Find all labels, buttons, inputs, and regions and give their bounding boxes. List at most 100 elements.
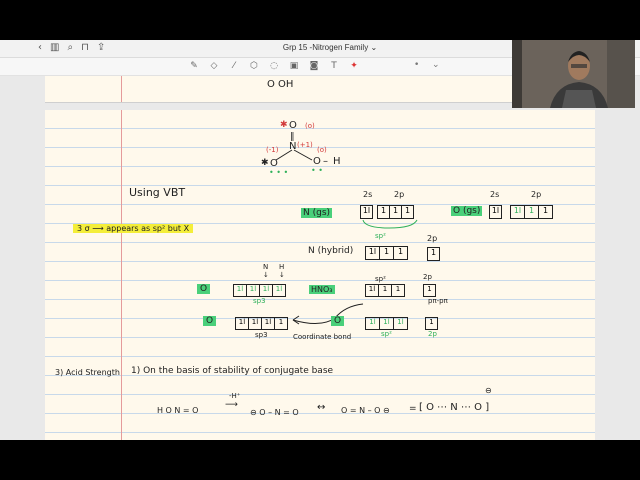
- o-left-sp3-label: sp3: [253, 297, 266, 305]
- webcam-overlay: [512, 40, 635, 108]
- conjugate-base-2: O = N – O ⊖: [341, 406, 390, 415]
- arrow-h-label: H: [279, 263, 285, 271]
- share-icon[interactable]: ⇪: [97, 42, 105, 54]
- orbital-box: 1: [423, 284, 436, 297]
- presenter-video: [512, 40, 635, 108]
- orbital-box: 1l: [247, 284, 260, 297]
- o-left-label: O: [197, 284, 211, 294]
- page-margin-line: [121, 76, 122, 102]
- ppi-ppi-label: pπ-pπ: [428, 297, 448, 305]
- resonance-arrow-icon: ↔: [317, 402, 326, 413]
- hybrid-charge: ⊖: [485, 386, 492, 395]
- conjugate-base-1: ⊖ O – N = O: [250, 408, 299, 417]
- page-margin-line: [121, 110, 122, 440]
- reaction-reactant: H O N = O: [157, 406, 199, 415]
- acid-strength-basis: 1) On the basis of stability of conjugat…: [131, 366, 334, 376]
- arrow-down-icon: ↓: [263, 271, 269, 279]
- orbital-box: 1l: [273, 284, 286, 297]
- structure-o-top-mark: (o): [305, 122, 315, 130]
- n-hybrid-2p-label: 2p: [427, 234, 438, 243]
- orbital-box: 1: [392, 284, 405, 297]
- o-bottom-left-orbitals: 1l 1l 1l 1: [235, 317, 288, 330]
- laser-icon[interactable]: ✦: [347, 60, 361, 72]
- orbital-box: 1: [539, 205, 553, 219]
- chevron-left-icon[interactable]: ‹: [38, 42, 42, 54]
- orbital-box: 1: [525, 205, 539, 219]
- n-gs-label: N (gs): [301, 208, 333, 218]
- structure-bond-oh: –: [323, 156, 328, 167]
- orbital-box: 1: [402, 205, 414, 219]
- n-gs-2s-label: 2s: [363, 190, 373, 199]
- sidebar-icon[interactable]: ▥: [50, 42, 59, 54]
- orbital-box: 1l: [233, 284, 247, 297]
- resonance-hybrid: [ O ⋯ N ⋯ O ]: [419, 402, 490, 413]
- orbital-box: 1: [390, 205, 402, 219]
- reaction-condition: -H⁺: [229, 392, 241, 400]
- lasso-icon[interactable]: ◌: [267, 60, 281, 72]
- n-gs-orbitals: 1l 1 1 1: [360, 205, 414, 219]
- orbital-box: 1l: [360, 205, 373, 219]
- o-gs-orbitals: 1l 1l 1 1: [489, 205, 553, 219]
- notebook-page-current[interactable]: ✱ O (o) ‖ N (+1) (-1) (o) ✱ O O – H • • …: [45, 110, 595, 440]
- highlighter-icon[interactable]: ⁄: [227, 60, 241, 72]
- orbital-box: 1: [427, 247, 440, 261]
- tool-options-chevron-icon[interactable]: ⌄: [432, 60, 440, 70]
- shapes-icon[interactable]: ⬡: [247, 60, 261, 72]
- orbital-box: 1l: [365, 317, 380, 330]
- eraser-icon[interactable]: ◇: [207, 60, 221, 72]
- orbital-box: 1l: [365, 284, 379, 297]
- orbital-box: 1: [377, 205, 390, 219]
- o-bottom-right-2p-label: 2p: [428, 330, 437, 338]
- orbital-box: 1l: [380, 317, 394, 330]
- brace-icon: [362, 219, 418, 229]
- o-bottom-right-label: O: [331, 316, 345, 326]
- formula-fragment: O OH: [267, 79, 294, 90]
- screen-border-bottom: [0, 440, 640, 480]
- screen-border-top: [0, 0, 640, 40]
- o-left-orbitals: 1l 1l 1l 1l: [233, 284, 286, 297]
- orbital-box: 1: [425, 317, 438, 330]
- heading-using-vbt: Using VBT: [129, 186, 186, 199]
- orbital-box: 1l: [235, 317, 249, 330]
- hno3-sp2-label: sp²: [375, 275, 386, 283]
- pen-icon[interactable]: ✎: [187, 60, 201, 72]
- equals-sign: =: [409, 404, 417, 414]
- orbital-box: 1: [379, 284, 392, 297]
- heading-acid-strength: 3) Acid Strength: [55, 368, 120, 377]
- star-icon: ✱: [261, 158, 269, 168]
- orbital-box: 1l: [365, 246, 380, 260]
- n-hybrid-orbitals: 1l 1 1: [365, 246, 408, 260]
- o-bottom-right-sp2-label: sp²: [381, 330, 392, 338]
- sp2-label: sp²: [375, 232, 386, 240]
- structure-h: H: [333, 156, 341, 167]
- text-icon[interactable]: T: [327, 60, 341, 72]
- o-gs-2s-label: 2s: [490, 190, 500, 199]
- hno3-label: HNO₃: [309, 285, 335, 294]
- image-icon[interactable]: ▣: [287, 60, 301, 72]
- lone-pairs-dots: • • •: [269, 168, 289, 177]
- coordinate-bond-arrow-icon: [292, 303, 364, 325]
- o-bottom-left-sp3-label: sp3: [255, 331, 268, 339]
- n-hybrid-label: N (hybrid): [308, 246, 354, 256]
- orbital-box: 1l: [249, 317, 262, 330]
- document-title[interactable]: Grp 15 -Nitrogen Family ⌄: [200, 43, 460, 52]
- o-gs-label: O (gs): [451, 206, 483, 216]
- orbital-box: 1l: [394, 317, 408, 330]
- color-dot-icon[interactable]: •: [414, 60, 419, 70]
- hno3-2p-label: 2p: [423, 273, 432, 281]
- arrow-right-icon: ⟶: [225, 400, 238, 410]
- bookmark-icon[interactable]: ⊓: [81, 42, 89, 54]
- structure-bonds: [275, 149, 313, 161]
- sigma-note: 3 σ ⟶ appears as sp² but X: [73, 224, 194, 233]
- hno3-orbitals: 1l 1 1: [365, 284, 405, 297]
- orbital-box: 1l: [260, 284, 273, 297]
- orbital-box: 1l: [489, 205, 502, 219]
- orbital-box: 1l: [262, 317, 275, 330]
- document-title-text: Grp 15 -Nitrogen Family: [282, 43, 369, 52]
- camera-icon[interactable]: ◙: [307, 60, 321, 72]
- arrow-n-label: N: [263, 263, 269, 271]
- star-icon: ✱: [280, 120, 288, 130]
- search-icon[interactable]: ⌕: [67, 42, 73, 54]
- orbital-box: 1: [380, 246, 394, 260]
- lone-pairs-dots: • •: [311, 166, 323, 175]
